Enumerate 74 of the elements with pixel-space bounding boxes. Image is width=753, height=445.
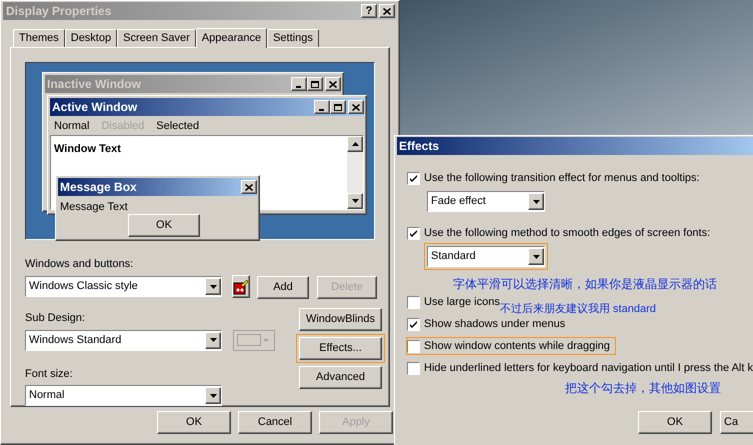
tab[interactable]: Settings: [267, 29, 319, 47]
minimize-icon[interactable]: [314, 100, 330, 114]
dropdown[interactable]: Standard: [424, 243, 548, 270]
checkbox-option[interactable]: Show shadows under menus: [406, 314, 566, 334]
tab[interactable]: Desktop: [64, 29, 118, 47]
checkbox[interactable]: [407, 318, 420, 330]
checkbox[interactable]: [407, 340, 420, 352]
caret-icon: [532, 254, 540, 258]
window-title: Message Box: [59, 179, 137, 196]
effects-button[interactable]: Effects...: [296, 334, 385, 363]
color-swatch: [237, 334, 261, 346]
annotation-text: 字体平滑可以选择清晰，如果你是液晶显示器的话: [452, 276, 718, 293]
help-button[interactable]: ?: [361, 4, 377, 18]
checkbox[interactable]: [407, 362, 420, 374]
checkmark-icon: [410, 320, 417, 328]
close-icon[interactable]: [348, 100, 364, 114]
checkbox-option[interactable]: Use the following transition effect for menus and tooltips:: [406, 168, 701, 188]
window-title: Effects: [398, 138, 440, 155]
palette-button[interactable]: [232, 275, 250, 298]
checkbox-option[interactable]: Hide underlined letters for keyboard navigation until I press the Alt k: [406, 358, 753, 378]
checkbox[interactable]: [407, 296, 420, 308]
checkbox[interactable]: [407, 172, 420, 184]
option-label: Show window contents while dragging: [424, 338, 610, 354]
checkmark-icon: [410, 174, 417, 182]
checkbox-option[interactable]: Use large icons: [406, 292, 501, 312]
menu-item[interactable]: Selected: [156, 118, 200, 135]
window-title: Active Window: [51, 99, 138, 116]
message-text: Message Text: [60, 200, 128, 215]
option-label: Use the following method to smooth edges of screen fonts:: [424, 226, 710, 241]
caret-icon: [532, 200, 540, 204]
caret-icon: [210, 338, 216, 342]
dropdown[interactable]: Normal: [22, 382, 225, 409]
window-title: Inactive Window: [46, 76, 141, 93]
close-icon[interactable]: [241, 180, 257, 194]
color-dropdown[interactable]: [233, 330, 275, 350]
field-label: Font size:: [25, 366, 74, 382]
caret-icon: [210, 284, 216, 289]
menu-item[interactable]: Normal: [54, 118, 90, 135]
advanced-button[interactable]: Advanced: [296, 363, 385, 392]
option-label: Use the following transition effect for menus and tooltips:: [424, 170, 700, 186]
checkbox-option[interactable]: Use the following method to smooth edges of screen fonts:: [406, 224, 712, 242]
palette-icon: [233, 278, 249, 295]
up-arrow-icon: [352, 142, 358, 146]
checkbox-option[interactable]: Show window contents while dragging: [406, 336, 616, 356]
maximize-icon[interactable]: [307, 77, 323, 91]
tab[interactable]: Screen Saver: [117, 29, 196, 47]
caret-icon: [210, 394, 216, 398]
annotation-text: 把这个勾去掉，其他如图设置: [564, 380, 722, 397]
tab[interactable]: Appearance: [196, 28, 268, 48]
window-text: Window Text: [53, 142, 121, 157]
minimize-icon[interactable]: [291, 77, 307, 91]
dialog-button[interactable]: Cancel: [238, 411, 312, 434]
field-label: Windows and buttons:: [25, 256, 134, 272]
dialog-button[interactable]: OK: [638, 411, 712, 434]
dialog-button[interactable]: OK: [157, 411, 231, 434]
option-label: Use large icons: [424, 294, 500, 310]
dialog-button[interactable]: Ca: [720, 411, 753, 434]
field-label: Sub Design:: [25, 311, 86, 326]
option-label: Show shadows under menus: [424, 316, 566, 332]
maximize-icon[interactable]: [330, 100, 346, 114]
ok-button[interactable]: OK: [128, 214, 200, 237]
checkbox[interactable]: [407, 226, 420, 240]
option-label: Hide underlined letters for keyboard navigation until I press the Alt k: [424, 360, 753, 376]
down-arrow-icon: [352, 199, 358, 203]
windowblinds-button[interactable]: WindowBlinds: [296, 305, 385, 334]
tab[interactable]: Themes: [13, 29, 65, 47]
annotation-text: 不过后来朋友建议我用 standard: [500, 302, 656, 317]
window-title: Display Properties: [5, 3, 112, 20]
close-icon[interactable]: [325, 77, 341, 91]
close-icon[interactable]: [379, 4, 395, 18]
checkmark-icon: [410, 230, 417, 236]
add-button[interactable]: Add: [257, 276, 309, 299]
caret-icon: [263, 338, 269, 342]
dropdown[interactable]: Fade effect: [424, 188, 548, 215]
